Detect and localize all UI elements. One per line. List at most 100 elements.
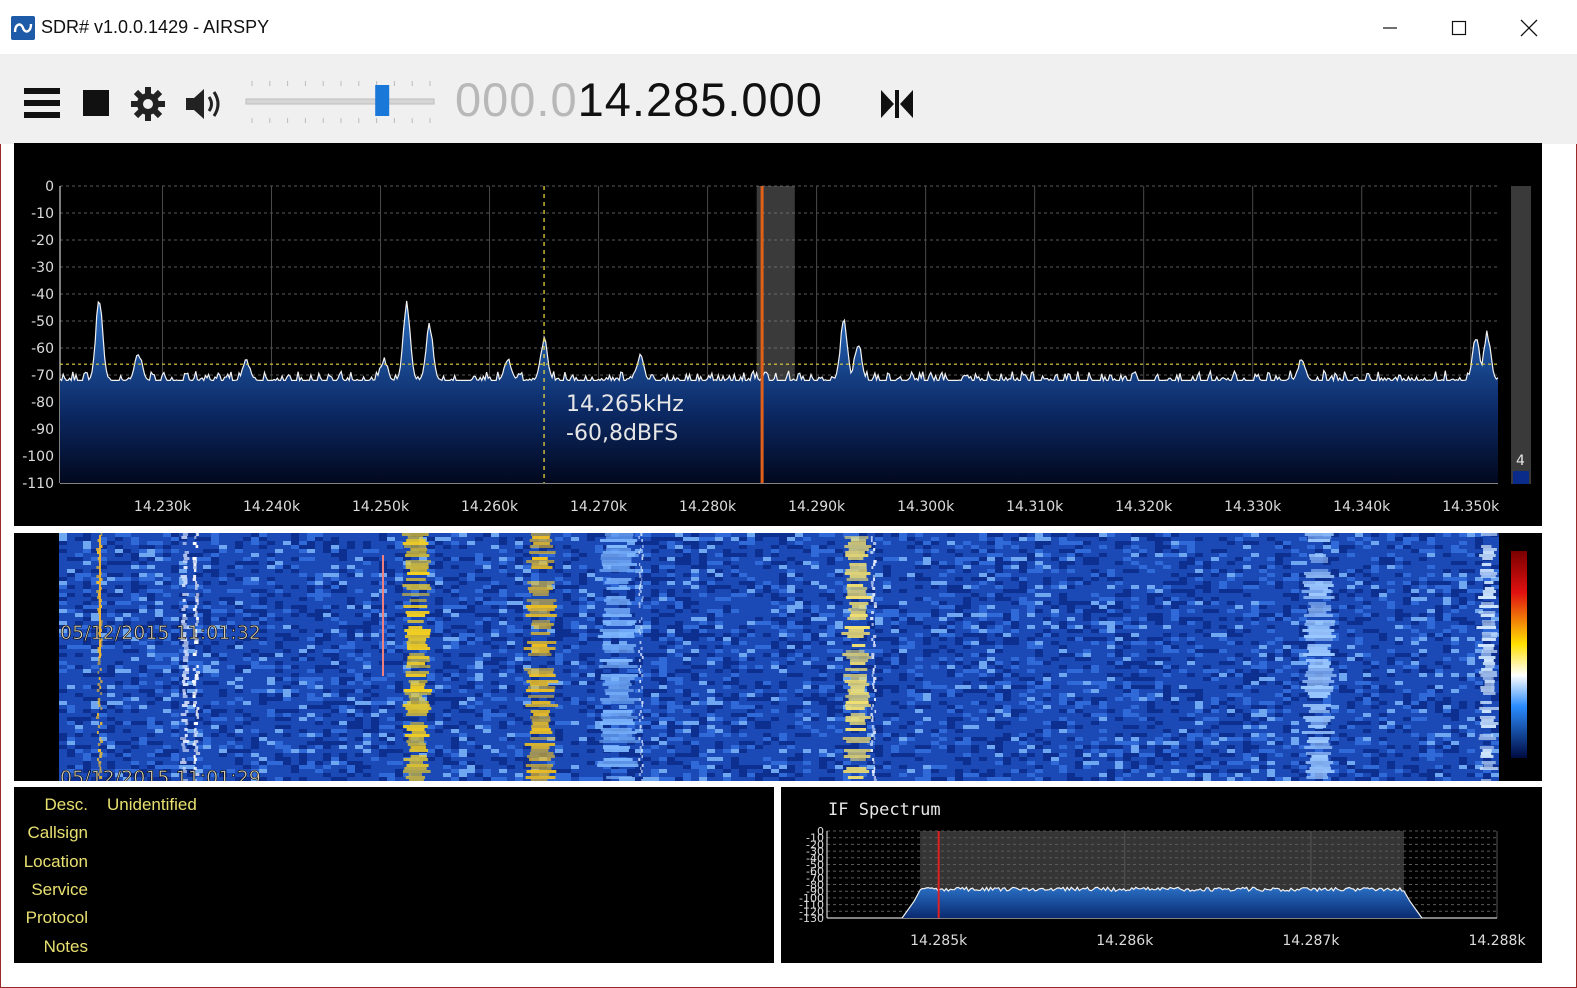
waterfall-cell	[1059, 701, 1067, 705]
waterfall-cell	[979, 597, 987, 601]
waterfall-cell	[267, 625, 275, 629]
spectrum-panel[interactable]: 0 -10 -20 -30 -40 -50 -60 -70 -80 -90 -100 -110 14.…	[14, 143, 1542, 526]
waterfall-cell	[1115, 673, 1123, 677]
waterfall-cell	[979, 625, 987, 629]
waterfall-cell	[459, 761, 467, 765]
volume-slider-thumb[interactable]	[375, 85, 390, 116]
waterfall-cell	[987, 741, 995, 745]
waterfall-cell	[171, 537, 179, 541]
waterfall-cell	[1139, 685, 1147, 689]
waterfall-display[interactable]: 05/12/2015 11:01:32 05/12/2015 11:01:29	[14, 533, 1542, 789]
stop-button[interactable]	[83, 90, 109, 121]
waterfall-cell	[835, 709, 843, 713]
waterfall-cell	[747, 537, 755, 541]
tune-step-button[interactable]	[881, 90, 913, 123]
waterfall-signal	[184, 653, 189, 656]
audio-button[interactable]	[184, 86, 224, 127]
waterfall-cell	[731, 761, 739, 765]
waterfall-cell	[1227, 761, 1235, 765]
waterfall-cell	[739, 705, 747, 709]
frequency-leading-digits[interactable]: 000.0	[455, 73, 578, 126]
waterfall-cell	[1147, 593, 1155, 597]
waterfall-cell	[1219, 649, 1227, 653]
waterfall-cell	[171, 729, 179, 733]
waterfall-cell	[755, 585, 763, 589]
waterfall-cell	[715, 745, 723, 749]
waterfall-cell	[331, 545, 339, 549]
waterfall-cell	[283, 697, 291, 701]
waterfall-cell	[787, 545, 795, 549]
waterfall-cell	[891, 637, 899, 641]
waterfall-cell	[371, 721, 379, 725]
waterfall-panel[interactable]: 05/12/2015 11:01:32 05/12/2015 11:01:29	[14, 533, 1542, 789]
waterfall-cell	[59, 541, 67, 545]
waterfall-signal	[97, 758, 100, 761]
waterfall-cell	[1067, 541, 1075, 545]
waterfall-cell	[739, 545, 747, 549]
waterfall-cell	[579, 653, 587, 657]
waterfall-cell	[347, 641, 355, 645]
frequency-digits[interactable]: 14.285.000	[578, 73, 823, 126]
waterfall-cell	[595, 709, 603, 713]
waterfall-cell	[683, 653, 691, 657]
waterfall-cell	[1331, 737, 1339, 741]
waterfall-cell	[1211, 709, 1219, 713]
waterfall-cell	[955, 657, 963, 661]
waterfall-cell	[451, 705, 459, 709]
title-bar[interactable]: SDR# v1.0.0.1429 - AIRSPY	[0, 0, 1577, 54]
waterfall-cell	[1163, 665, 1171, 669]
waterfall-cell	[195, 553, 203, 557]
waterfall-cell	[491, 637, 499, 641]
waterfall-cell	[883, 581, 891, 585]
waterfall-cell	[1195, 617, 1203, 621]
hamburger-menu-icon[interactable]	[24, 86, 60, 125]
waterfall-cell	[755, 621, 763, 625]
waterfall-signal	[97, 683, 101, 686]
frequency-display[interactable]: 000.014.285.000	[455, 72, 823, 127]
waterfall-cell	[987, 561, 995, 565]
spectrum-plot[interactable]: 0-10-20-30-40-50-60-70-80-90-100-110 14.…	[14, 143, 1542, 526]
waterfall-cell	[139, 673, 147, 677]
waterfall-cell	[227, 597, 235, 601]
waterfall-cell	[771, 553, 779, 557]
waterfall-cell	[1011, 613, 1019, 617]
waterfall-cell	[299, 749, 307, 753]
waterfall-cell	[219, 745, 227, 749]
waterfall-cell	[739, 581, 747, 585]
waterfall-cell	[499, 549, 507, 553]
waterfall-cell	[987, 745, 995, 749]
waterfall-cell	[555, 585, 563, 589]
waterfall-cell	[1139, 533, 1147, 537]
waterfall-cell	[1027, 537, 1035, 541]
waterfall-cell	[235, 565, 243, 569]
waterfall-cell	[1203, 649, 1211, 653]
minimize-button[interactable]	[1367, 10, 1413, 46]
waterfall-cell	[483, 617, 491, 621]
waterfall-cell	[1435, 617, 1443, 621]
waterfall-cell	[347, 633, 355, 637]
close-button[interactable]	[1506, 10, 1552, 46]
waterfall-cell	[59, 701, 67, 705]
waterfall-cell	[667, 701, 675, 705]
maximize-button[interactable]	[1436, 10, 1482, 46]
spectrum-range-thumb[interactable]	[1513, 471, 1529, 484]
spectrum-range-slider[interactable]	[1511, 186, 1531, 484]
waterfall-cell	[635, 633, 643, 637]
waterfall-cell	[1267, 641, 1275, 645]
waterfall-cell	[1083, 649, 1091, 653]
waterfall-cell	[291, 637, 299, 641]
waterfall-cell	[1347, 553, 1355, 557]
waterfall-signal	[181, 758, 186, 761]
waterfall-cell	[1291, 577, 1299, 581]
waterfall-cell	[1267, 669, 1275, 673]
waterfall-cell	[387, 573, 395, 577]
settings-button[interactable]	[130, 86, 166, 127]
waterfall-cell	[979, 633, 987, 637]
waterfall-cell	[755, 721, 763, 725]
waterfall-cell	[643, 633, 651, 637]
waterfall-cell	[563, 613, 571, 617]
waterfall-cell	[979, 677, 987, 681]
waterfall-cell	[643, 625, 651, 629]
volume-slider[interactable]	[244, 78, 436, 133]
waterfall-cell	[235, 729, 243, 733]
